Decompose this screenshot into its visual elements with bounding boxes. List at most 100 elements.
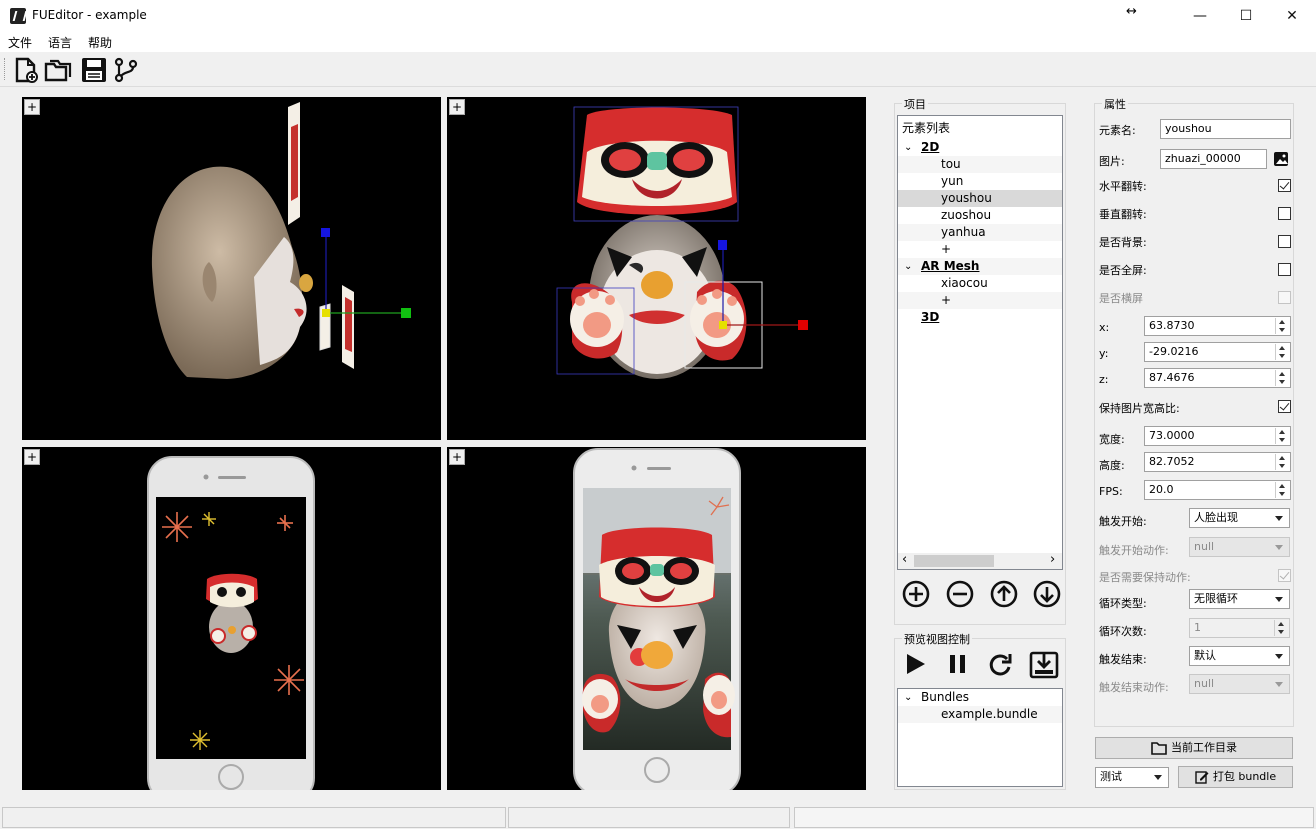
tree-node-bundles[interactable]: ⌄ Bundles xyxy=(898,689,1062,706)
camera-preview-scene xyxy=(573,448,741,790)
tree-item-bundle[interactable]: example.bundle xyxy=(898,706,1062,723)
trigger-start-select[interactable]: 人脸出现 xyxy=(1189,508,1290,528)
height-spinbox[interactable]: 82.7052 xyxy=(1144,452,1291,472)
landscape-checkbox xyxy=(1278,291,1291,304)
tree-item-yanhua[interactable]: yanhua xyxy=(898,224,1062,241)
branch-icon[interactable] xyxy=(112,56,140,84)
pause-icon[interactable] xyxy=(944,650,972,678)
height-label: 高度: xyxy=(1099,459,1125,472)
name-input[interactable]: youshou xyxy=(1160,119,1291,139)
background-label: 是否背景: xyxy=(1099,236,1147,249)
hflip-label: 水平翻转: xyxy=(1099,180,1147,193)
save-icon[interactable] xyxy=(80,56,108,84)
x-value: 63.8730 xyxy=(1149,319,1195,332)
status-segment-2 xyxy=(508,807,790,828)
move-down-icon[interactable] xyxy=(1032,579,1062,609)
spin-arrows-icon[interactable] xyxy=(1275,344,1289,360)
refresh-icon[interactable] xyxy=(986,650,1014,678)
new-file-icon[interactable] xyxy=(12,56,40,84)
landscape-label: 是否横屏 xyxy=(1099,292,1143,305)
tree-node-2d[interactable]: ⌄ 2D xyxy=(898,139,1062,156)
keep-ratio-label: 保持图片宽高比: xyxy=(1099,402,1180,415)
tree-item-yun[interactable]: yun xyxy=(898,173,1062,190)
toolbar-grip xyxy=(4,58,7,80)
trigger-end-select[interactable]: 默认 xyxy=(1189,646,1290,666)
trigger-start-label: 触发开始: xyxy=(1099,515,1147,528)
keep-ratio-checkbox[interactable] xyxy=(1278,400,1291,413)
menu-bar: 文件 语言 帮助 xyxy=(0,32,1316,52)
tree-item-add-2d[interactable]: + xyxy=(898,241,1062,258)
fps-spinbox[interactable]: 20.0 xyxy=(1144,480,1291,500)
viewport-side-3d[interactable]: + xyxy=(22,97,441,440)
tree-item-tou[interactable]: tou xyxy=(898,156,1062,173)
menu-file[interactable]: 文件 xyxy=(8,34,32,51)
z-spinbox[interactable]: 87.4676 xyxy=(1144,368,1291,388)
collapse-arrow-icon[interactable]: ⌄ xyxy=(904,689,912,706)
element-tree[interactable]: 元素列表 ⌄ 2D tou yun youshou zuoshou yanhua… xyxy=(897,115,1063,570)
remove-element-icon[interactable] xyxy=(945,579,975,609)
viewport-phone-preview[interactable]: + xyxy=(22,447,441,790)
minimize-button[interactable]: — xyxy=(1177,0,1223,32)
scroll-left-icon[interactable]: ‹ xyxy=(902,552,907,567)
name-label: 元素名: xyxy=(1099,124,1136,137)
menu-language[interactable]: 语言 xyxy=(48,34,72,51)
loop-type-select[interactable]: 无限循环 xyxy=(1189,589,1290,609)
z-value: 87.4676 xyxy=(1149,371,1195,384)
close-button[interactable]: ✕ xyxy=(1269,0,1315,32)
vflip-checkbox[interactable] xyxy=(1278,207,1291,220)
z-label: z: xyxy=(1099,373,1109,386)
viewport-camera-preview[interactable]: + xyxy=(447,447,866,790)
y-value: -29.0216 xyxy=(1149,345,1199,358)
window-title: FUEditor - example xyxy=(32,8,147,22)
maximize-button[interactable]: ☐ xyxy=(1223,0,1269,32)
spin-arrows-icon[interactable] xyxy=(1275,454,1289,470)
open-folder-icon[interactable] xyxy=(44,56,72,84)
folder-icon xyxy=(1151,741,1167,755)
width-spinbox[interactable]: 73.0000 xyxy=(1144,426,1291,446)
scroll-thumb[interactable] xyxy=(914,555,994,567)
bundles-label: Bundles xyxy=(921,690,970,704)
download-icon[interactable] xyxy=(1029,649,1059,679)
properties-title: 属性 xyxy=(1102,96,1128,112)
background-checkbox[interactable] xyxy=(1278,235,1291,248)
pack-bundle-label: 打包 bundle xyxy=(1212,770,1277,783)
tree-item-add-ar[interactable]: + xyxy=(898,292,1062,309)
mode-select[interactable]: 测试 xyxy=(1095,767,1169,788)
tree-item-youshou[interactable]: youshou xyxy=(898,190,1062,207)
width-value: 73.0000 xyxy=(1149,429,1195,442)
workdir-button[interactable]: 当前工作目录 xyxy=(1095,737,1293,759)
add-element-icon[interactable] xyxy=(901,579,931,609)
viewport-front-3d[interactable]: + xyxy=(447,97,866,440)
horizontal-scrollbar[interactable]: ‹ › xyxy=(898,552,1062,569)
bundles-tree[interactable]: ⌄ Bundles example.bundle xyxy=(897,688,1063,787)
spin-arrows-icon[interactable] xyxy=(1275,428,1289,444)
collapse-arrow-icon[interactable]: ⌄ xyxy=(904,258,912,275)
fullscreen-checkbox[interactable] xyxy=(1278,263,1291,276)
x-spinbox[interactable]: 63.8730 xyxy=(1144,316,1291,336)
loop-type-label: 循环类型: xyxy=(1099,597,1147,610)
menu-help[interactable]: 帮助 xyxy=(88,34,112,51)
collapse-arrow-icon[interactable]: ⌄ xyxy=(904,139,912,156)
trigger-start-action-select: null xyxy=(1189,537,1290,557)
spin-arrows-icon[interactable] xyxy=(1275,318,1289,334)
spin-arrows-icon[interactable] xyxy=(1275,370,1289,386)
hflip-checkbox[interactable] xyxy=(1278,179,1291,192)
y-spinbox[interactable]: -29.0216 xyxy=(1144,342,1291,362)
tree-item-zuoshou[interactable]: zuoshou xyxy=(898,207,1062,224)
tree-node-3d[interactable]: 3D xyxy=(898,309,1062,326)
edit-icon xyxy=(1195,770,1209,784)
play-icon[interactable] xyxy=(901,650,929,678)
preview-control-title: 预览视图控制 xyxy=(902,631,972,647)
tree-node-2d-label: 2D xyxy=(921,140,940,154)
spin-arrows-icon[interactable] xyxy=(1275,482,1289,498)
status-segment-3 xyxy=(794,807,1314,828)
workdir-label: 当前工作目录 xyxy=(1171,741,1237,754)
move-up-icon[interactable] xyxy=(989,579,1019,609)
tree-node-ar-mesh[interactable]: ⌄ AR Mesh xyxy=(898,258,1062,275)
scroll-right-icon[interactable]: › xyxy=(1050,552,1055,567)
phone-preview-scene xyxy=(147,456,315,790)
image-picker-icon[interactable] xyxy=(1272,150,1290,168)
pack-bundle-button[interactable]: 打包 bundle xyxy=(1178,766,1293,788)
tree-item-xiaocou[interactable]: xiaocou xyxy=(898,275,1062,292)
image-input[interactable]: zhuazi_00000 xyxy=(1160,149,1267,169)
